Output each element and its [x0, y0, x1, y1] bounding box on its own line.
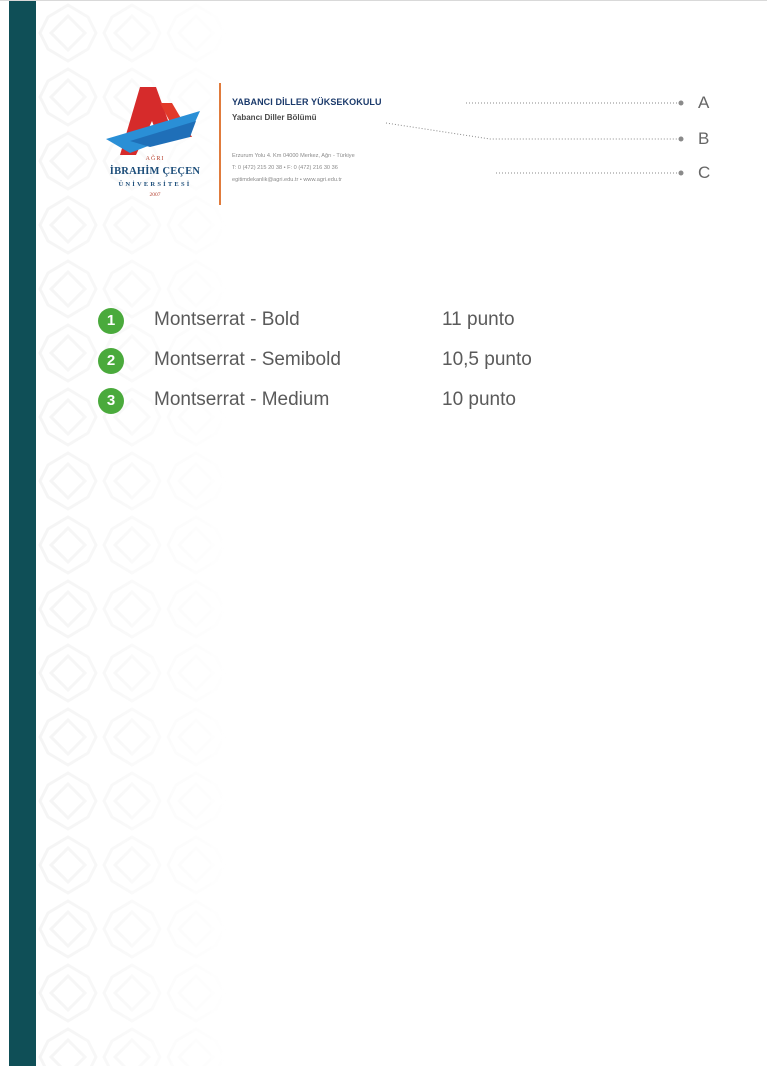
font-name: Montserrat - Semibold [154, 349, 341, 370]
marker-a: A [698, 93, 710, 112]
leader-lines [385, 100, 684, 176]
font-name: Montserrat - Bold [154, 309, 300, 330]
leader-line-b [385, 122, 678, 140]
number-badge: 1 [98, 308, 124, 334]
marker-c: C [698, 163, 711, 182]
letterhead-guide-page: AĞRI İBRAHİM ÇEÇEN ÜNİVERSİTESİ 2007 YAB… [0, 0, 767, 1066]
font-size: 10 punto [442, 389, 516, 410]
font-size: 10,5 punto [442, 349, 532, 370]
number-badge: 3 [98, 388, 124, 414]
number-badge: 2 [98, 348, 124, 374]
marker-b: B [698, 129, 710, 148]
leader-dot-c [678, 170, 684, 176]
leader-dot-a [678, 100, 684, 106]
font-size: 11 punto [442, 309, 515, 330]
leader-dot-b [678, 136, 684, 142]
font-name: Montserrat - Medium [154, 389, 330, 410]
